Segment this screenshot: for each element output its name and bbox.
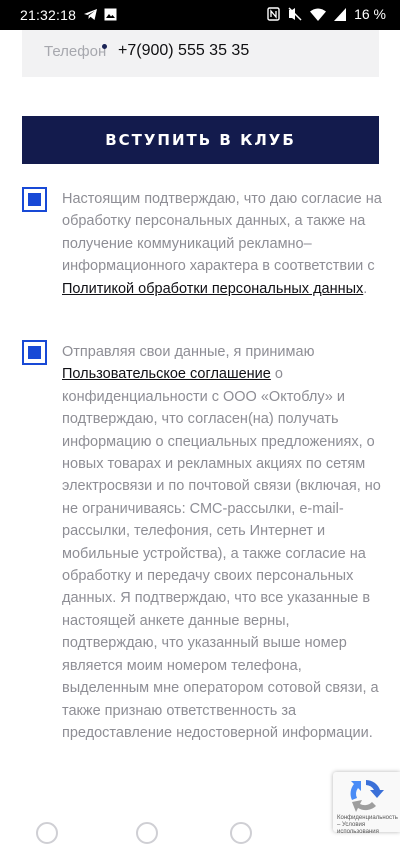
join-club-button[interactable]: ВСТУПИТЬ В КЛУБ bbox=[22, 116, 379, 164]
personal-data-consent-checkbox[interactable] bbox=[22, 187, 47, 212]
nfc-icon bbox=[267, 7, 280, 21]
status-bar: 21:32:18 16 % bbox=[0, 0, 400, 30]
bottom-nav-item-3[interactable] bbox=[230, 822, 252, 844]
privacy-policy-link[interactable]: Политикой обработки персональных данных bbox=[62, 281, 363, 297]
status-time: 21:32:18 bbox=[20, 7, 77, 23]
recaptcha-icon bbox=[350, 780, 384, 812]
gallery-icon bbox=[104, 8, 117, 21]
consent1-text-end: . bbox=[363, 280, 368, 297]
user-agreement-link[interactable]: Пользовательское соглашение bbox=[62, 366, 271, 382]
signal-icon bbox=[334, 7, 347, 21]
mute-icon bbox=[288, 7, 302, 21]
bottom-nav-item-2[interactable] bbox=[136, 822, 158, 844]
consent2-text: Отправляя свои данные, я принимаю bbox=[62, 344, 315, 360]
recaptcha-badge[interactable]: Конфиденциальность – Условия использован… bbox=[333, 772, 400, 835]
consent2-text-end: о конфиденциальности с ООО «Октоблу» и п… bbox=[62, 366, 381, 741]
consent1-text: Настоящим подтверждаю, что даю согласие … bbox=[62, 191, 382, 275]
marketing-consent-text: Отправляя свои данные, я принимаю Пользо… bbox=[62, 341, 382, 744]
status-left-icons bbox=[84, 8, 117, 21]
marketing-consent-checkbox[interactable] bbox=[22, 340, 47, 365]
phone-label: Телефон bbox=[44, 43, 107, 60]
personal-data-consent-text: Настоящим подтверждаю, что даю согласие … bbox=[62, 188, 382, 300]
recaptcha-terms-text: Конфиденциальность – Условия использован… bbox=[337, 815, 398, 835]
phone-value[interactable]: +7(900) 555 35 35 bbox=[118, 42, 249, 60]
required-marker bbox=[102, 44, 107, 49]
bottom-nav-item-1[interactable] bbox=[36, 822, 58, 844]
wifi-icon bbox=[310, 8, 327, 21]
telegram-icon bbox=[84, 9, 97, 20]
phone-field[interactable]: Телефон +7(900) 555 35 35 bbox=[22, 30, 379, 77]
battery-percent: 16 % bbox=[354, 6, 386, 22]
checkbox-checked-mark bbox=[28, 193, 41, 206]
status-right-icons: 16 % bbox=[267, 6, 386, 22]
checkbox-checked-mark bbox=[28, 346, 41, 359]
